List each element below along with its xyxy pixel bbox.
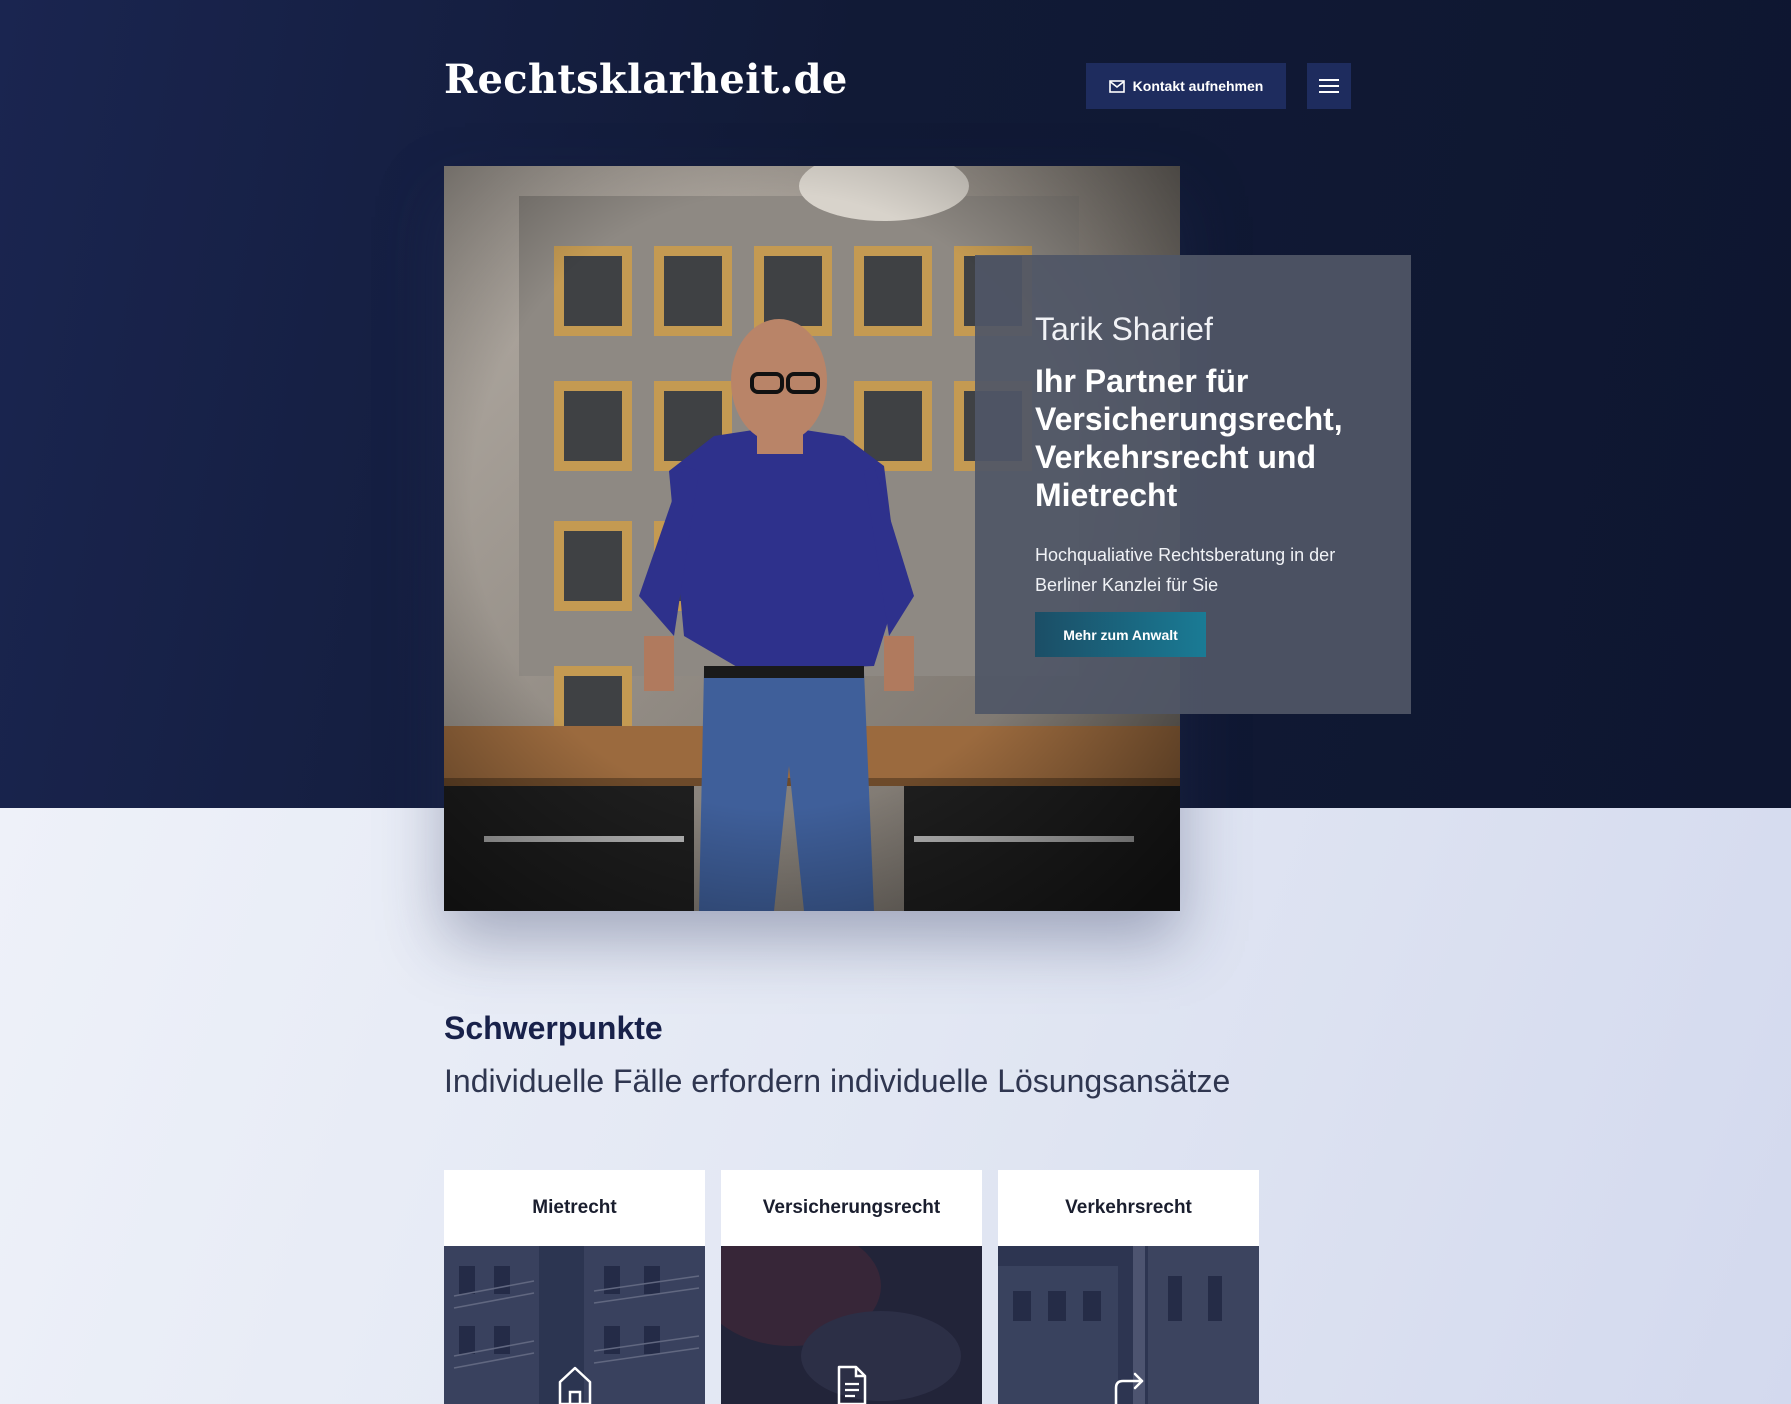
turn-right-arrow-icon [1114,1372,1143,1404]
focus-cards: Mietrecht Versicherungsrecht Verkehrsrec… [444,1170,1259,1404]
card-image [721,1226,982,1404]
card-verkehrsrecht[interactable]: Verkehrsrecht [998,1170,1259,1404]
hero-info-card: Tarik Sharief Ihr Partner für Versicheru… [975,255,1411,714]
house-icon [558,1366,591,1404]
hero-subtitle: Hochqualiative Rechtsberatung in der Ber… [1035,545,1336,595]
hero-heading: Ihr Partner für Versicherungsrecht, Verk… [1035,363,1343,513]
mail-icon [1108,79,1125,93]
contact-button[interactable]: Kontakt aufnehmen [1086,63,1286,109]
lawyer-name: Tarik Sharief [1035,311,1213,347]
contact-button-label: Kontakt aufnehmen [1132,78,1264,94]
focus-section-title: Schwerpunkte [444,1010,663,1046]
card-title: Mietrecht [532,1197,617,1218]
card-title: Versicherungsrecht [762,1197,941,1218]
site-logo[interactable]: Rechtsklarheit.de [444,56,848,103]
hamburger-menu-icon [1319,79,1339,93]
more-about-lawyer-button[interactable]: Mehr zum Anwalt [1035,612,1206,657]
menu-button[interactable] [1307,63,1351,109]
focus-section-subtitle: Individuelle Fälle erfordern individuell… [444,1063,1231,1099]
card-mietrecht[interactable]: Mietrecht [444,1170,705,1404]
card-image [444,1246,705,1404]
card-title: Verkehrsrecht [1065,1197,1192,1218]
document-icon [837,1365,866,1404]
card-image [998,1246,1259,1404]
card-versicherungsrecht[interactable]: Versicherungsrecht [721,1170,982,1404]
